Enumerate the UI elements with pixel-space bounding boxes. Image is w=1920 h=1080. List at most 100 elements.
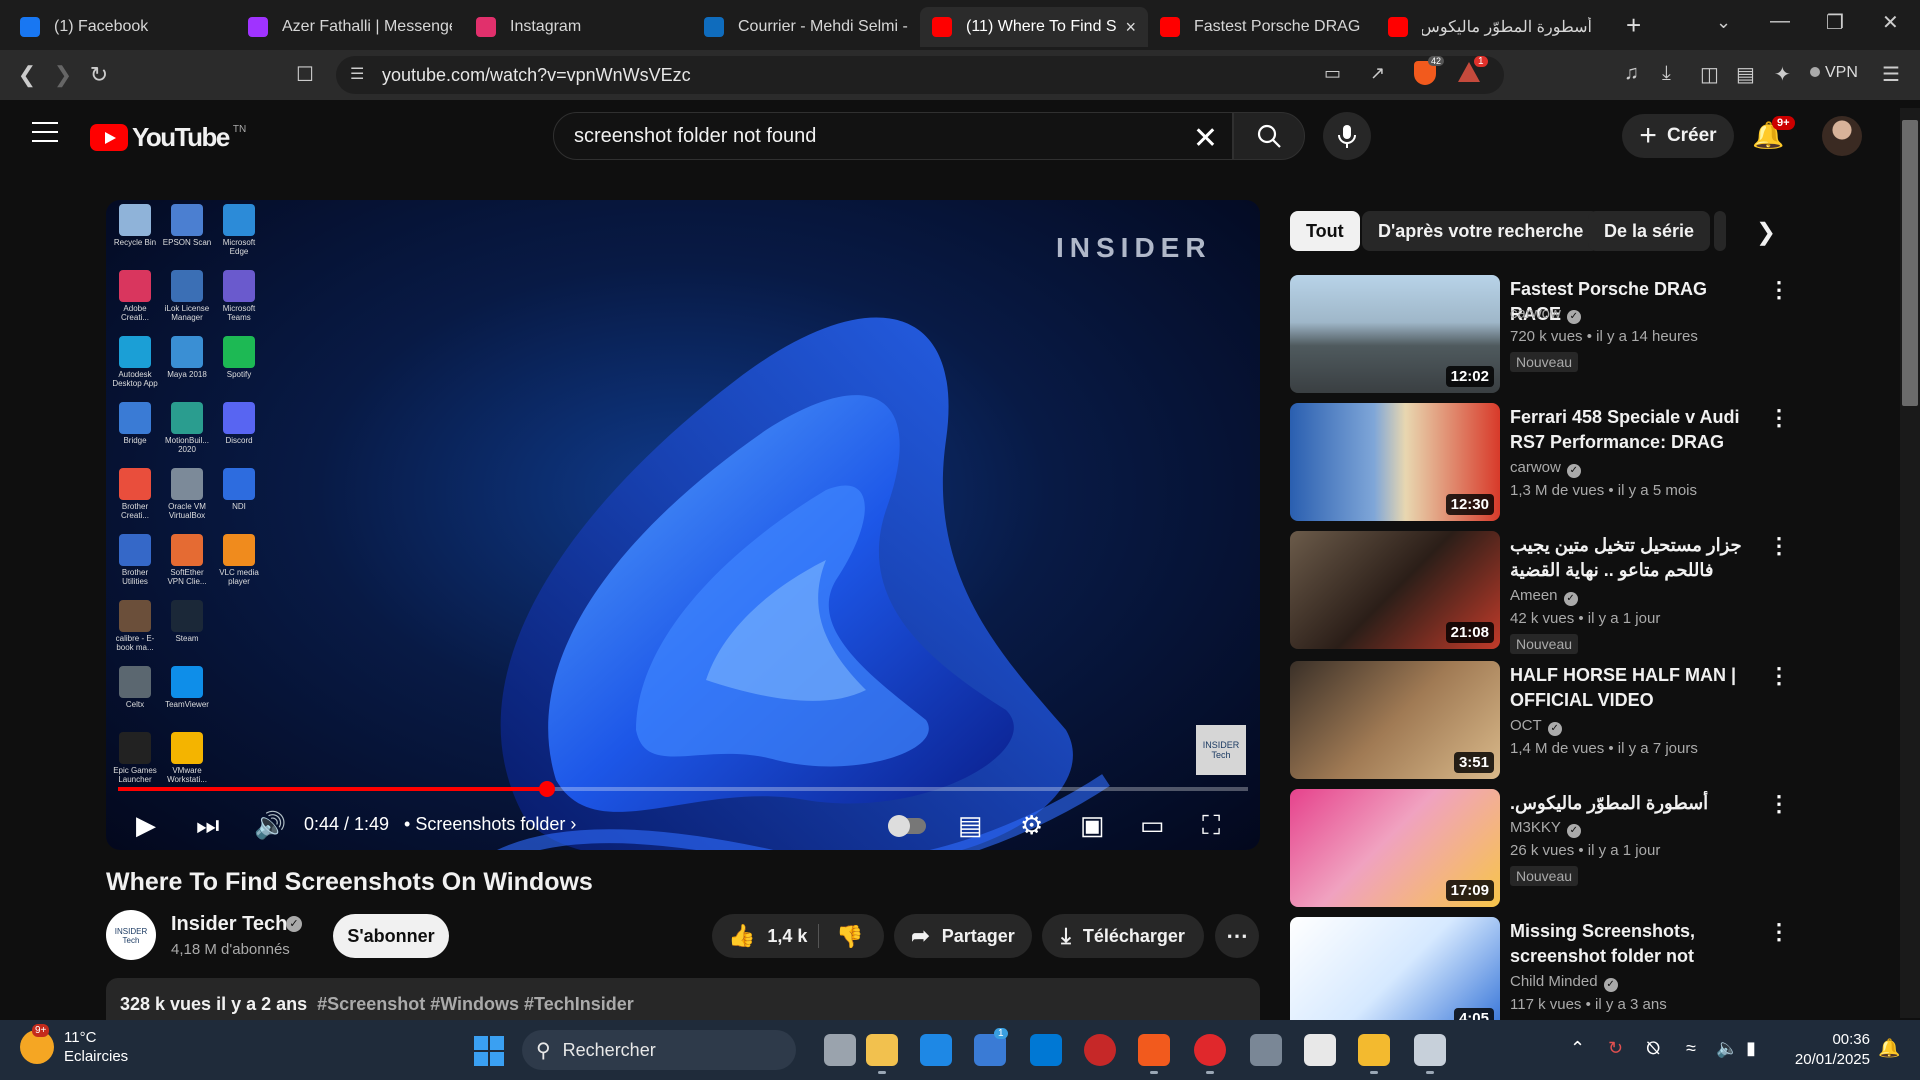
recommended-video[interactable]: 17:09 أسطورة المطوّر ماليكوس. M3KKY ✓ 26 k v…: [1290, 789, 1790, 909]
download-button[interactable]: ⤓ Télécharger: [1042, 914, 1204, 958]
start-button[interactable]: [474, 1036, 504, 1066]
voice-search-button[interactable]: [1323, 112, 1371, 160]
video-thumbnail[interactable]: 3:51: [1290, 661, 1500, 779]
wifi-icon[interactable]: ≈: [1686, 1038, 1696, 1059]
snipping-tool-icon[interactable]: [1414, 1034, 1446, 1066]
show-hidden-icons-chevron[interactable]: ⌃: [1570, 1038, 1585, 1059]
cast-icon[interactable]: ▭: [1324, 63, 1341, 84]
subtitles-icon[interactable]: ▤: [958, 810, 983, 841]
new-tab-button[interactable]: +: [1626, 10, 1641, 41]
settings-gear-icon[interactable]: [1250, 1034, 1282, 1066]
file-explorer-icon[interactable]: [866, 1034, 898, 1066]
leo-ai-icon[interactable]: ✦: [1774, 62, 1791, 87]
close-tab-icon[interactable]: ×: [1125, 17, 1136, 38]
edge-browser-icon[interactable]: [920, 1034, 952, 1066]
wallet-icon[interactable]: ▤: [1736, 62, 1755, 87]
channel-name[interactable]: Insider Tech: [171, 913, 287, 936]
recommended-video[interactable]: 4:05 Missing Screenshots, screenshot fold…: [1290, 917, 1790, 1037]
settings-gear-icon[interactable]: ⚙: [1020, 810, 1043, 841]
more-options-icon[interactable]: ⋮: [1768, 663, 1790, 689]
chips-next-arrow-icon[interactable]: ❯: [1756, 218, 1776, 247]
restore-button[interactable]: ❐: [1826, 10, 1844, 35]
fullscreen-icon[interactable]: ⛶: [1202, 810, 1220, 842]
chip-related-to-search[interactable]: D'après votre recherche: [1362, 211, 1600, 251]
forward-button[interactable]: ❯: [45, 62, 81, 88]
recommended-channel-line[interactable]: carwow ✓: [1510, 305, 1581, 324]
recommended-channel-line[interactable]: M3KKY ✓: [1510, 819, 1581, 838]
youtube-logo[interactable]: YouTube TN: [90, 122, 246, 153]
browser-tab[interactable]: Instagram: [464, 7, 692, 47]
share-icon[interactable]: ↗: [1370, 63, 1385, 84]
battery-icon[interactable]: ▮: [1746, 1038, 1756, 1059]
insider-tech-badge[interactable]: INSIDER Tech: [1196, 725, 1246, 775]
dislike-button[interactable]: 👎: [836, 924, 863, 950]
recommended-video[interactable]: 12:30 Ferrari 458 Speciale v Audi RS7 Per…: [1290, 403, 1790, 523]
recommended-video-title[interactable]: Missing Screenshots, screenshot folder n…: [1510, 919, 1760, 969]
vscode-icon[interactable]: [1030, 1034, 1062, 1066]
brave-browser-icon[interactable]: [1138, 1034, 1170, 1066]
subscribe-button[interactable]: S'abonner: [333, 914, 449, 958]
close-window-button[interactable]: ✕: [1882, 10, 1899, 35]
tab-list-chevron-icon[interactable]: ⌄: [1716, 12, 1731, 33]
recommended-video-title[interactable]: HALF HORSE HALF MAN | OFFICIAL VIDEO: [1510, 663, 1760, 713]
browser-tab[interactable]: Courrier - Mehdi Selmi - (: [692, 7, 920, 47]
sidebar-icon[interactable]: ◫: [1700, 62, 1719, 87]
recommended-video-title[interactable]: جزار مستحيل تتخيل متين يجيب فاللحم متاعو…: [1510, 533, 1760, 583]
more-options-icon[interactable]: ⋮: [1768, 405, 1790, 431]
recommended-video[interactable]: 3:51 HALF HORSE HALF MAN | OFFICIAL VIDEO…: [1290, 661, 1790, 781]
browser-tab[interactable]: أسطورة المطوّر ماليكوس.: [1376, 7, 1604, 47]
search-input[interactable]: screenshot folder not found ✕: [553, 112, 1233, 160]
recommended-video-title[interactable]: Ferrari 458 Speciale v Audi RS7 Performa…: [1510, 405, 1760, 455]
opera-browser-icon[interactable]: [1194, 1034, 1226, 1066]
notification-center-bell-icon[interactable]: 🔔: [1878, 1038, 1900, 1059]
minimize-button[interactable]: —: [1770, 10, 1790, 33]
hamburger-menu-icon[interactable]: [32, 122, 58, 142]
video-progress-bar[interactable]: [118, 781, 1248, 797]
chapter-button[interactable]: • Screenshots folder ›: [404, 814, 576, 835]
taskbar-search[interactable]: ⚲ Rechercher: [522, 1030, 796, 1070]
vpn-button[interactable]: VPN: [1810, 64, 1858, 82]
browser-tab[interactable]: (1) Facebook: [8, 7, 236, 47]
share-button[interactable]: ➦ Partager: [894, 914, 1032, 958]
miniplayer-icon[interactable]: ▣: [1080, 810, 1105, 841]
antivirus-icon[interactable]: [1084, 1034, 1116, 1066]
task-view-icon[interactable]: [824, 1034, 856, 1066]
video-thumbnail[interactable]: 21:08: [1290, 531, 1500, 649]
system-clock[interactable]: 00:36 20/01/2025: [1780, 1030, 1870, 1070]
chip-all[interactable]: Tout: [1290, 211, 1360, 251]
tradingview-icon[interactable]: [1304, 1034, 1336, 1066]
recommended-video[interactable]: 21:08 جزار مستحيل تتخيل متين يجيب فاللحم …: [1290, 531, 1790, 654]
more-actions-button[interactable]: ⋯: [1215, 914, 1259, 958]
volume-icon[interactable]: 🔊: [254, 810, 286, 841]
more-options-icon[interactable]: ⋮: [1768, 277, 1790, 303]
back-button[interactable]: ❮: [9, 62, 45, 88]
bookmark-icon[interactable]: ☐: [296, 62, 314, 87]
recommended-video-title[interactable]: أسطورة المطوّر ماليكوس.: [1510, 791, 1760, 816]
more-options-icon[interactable]: ⋮: [1768, 919, 1790, 945]
menu-icon[interactable]: ☰: [1882, 62, 1900, 87]
video-thumbnail[interactable]: 12:02: [1290, 275, 1500, 393]
site-info-icon[interactable]: ☰: [350, 64, 364, 84]
media-icon[interactable]: ♫: [1624, 62, 1639, 85]
downloads-icon[interactable]: ⤓: [1662, 62, 1671, 85]
hashtags[interactable]: #Screenshot #Windows #TechInsider: [317, 994, 634, 1014]
volume-tray-icon[interactable]: 🔈: [1716, 1038, 1738, 1059]
reload-button[interactable]: ↻: [81, 62, 117, 88]
video-player[interactable]: Recycle Bin EPSON Scan Microsoft Edge Adobe…: [106, 200, 1260, 850]
network-off-icon[interactable]: ⦰: [1646, 1038, 1660, 1059]
video-thumbnail[interactable]: 12:30: [1290, 403, 1500, 521]
autoplay-toggle[interactable]: [888, 815, 926, 837]
more-options-icon[interactable]: ⋮: [1768, 791, 1790, 817]
weather-widget[interactable]: 9+ 11°C Eclaircies: [20, 1024, 128, 1066]
recommended-channel-line[interactable]: Ameen ✓: [1510, 587, 1578, 606]
scrollbar-thumb[interactable]: [1902, 120, 1918, 406]
theater-mode-icon[interactable]: ▭: [1140, 810, 1165, 841]
search-button[interactable]: [1233, 112, 1305, 160]
binance-icon[interactable]: [1358, 1034, 1390, 1066]
clear-search-icon[interactable]: ✕: [1193, 121, 1218, 156]
browser-tab[interactable]: (11) Where To Find S ×: [920, 7, 1148, 47]
play-button[interactable]: ▶: [136, 810, 156, 841]
like-button[interactable]: 👍 1,4 k: [712, 923, 807, 949]
recommended-channel-line[interactable]: carwow ✓: [1510, 459, 1581, 478]
next-video-button[interactable]: ⏭: [196, 810, 219, 842]
